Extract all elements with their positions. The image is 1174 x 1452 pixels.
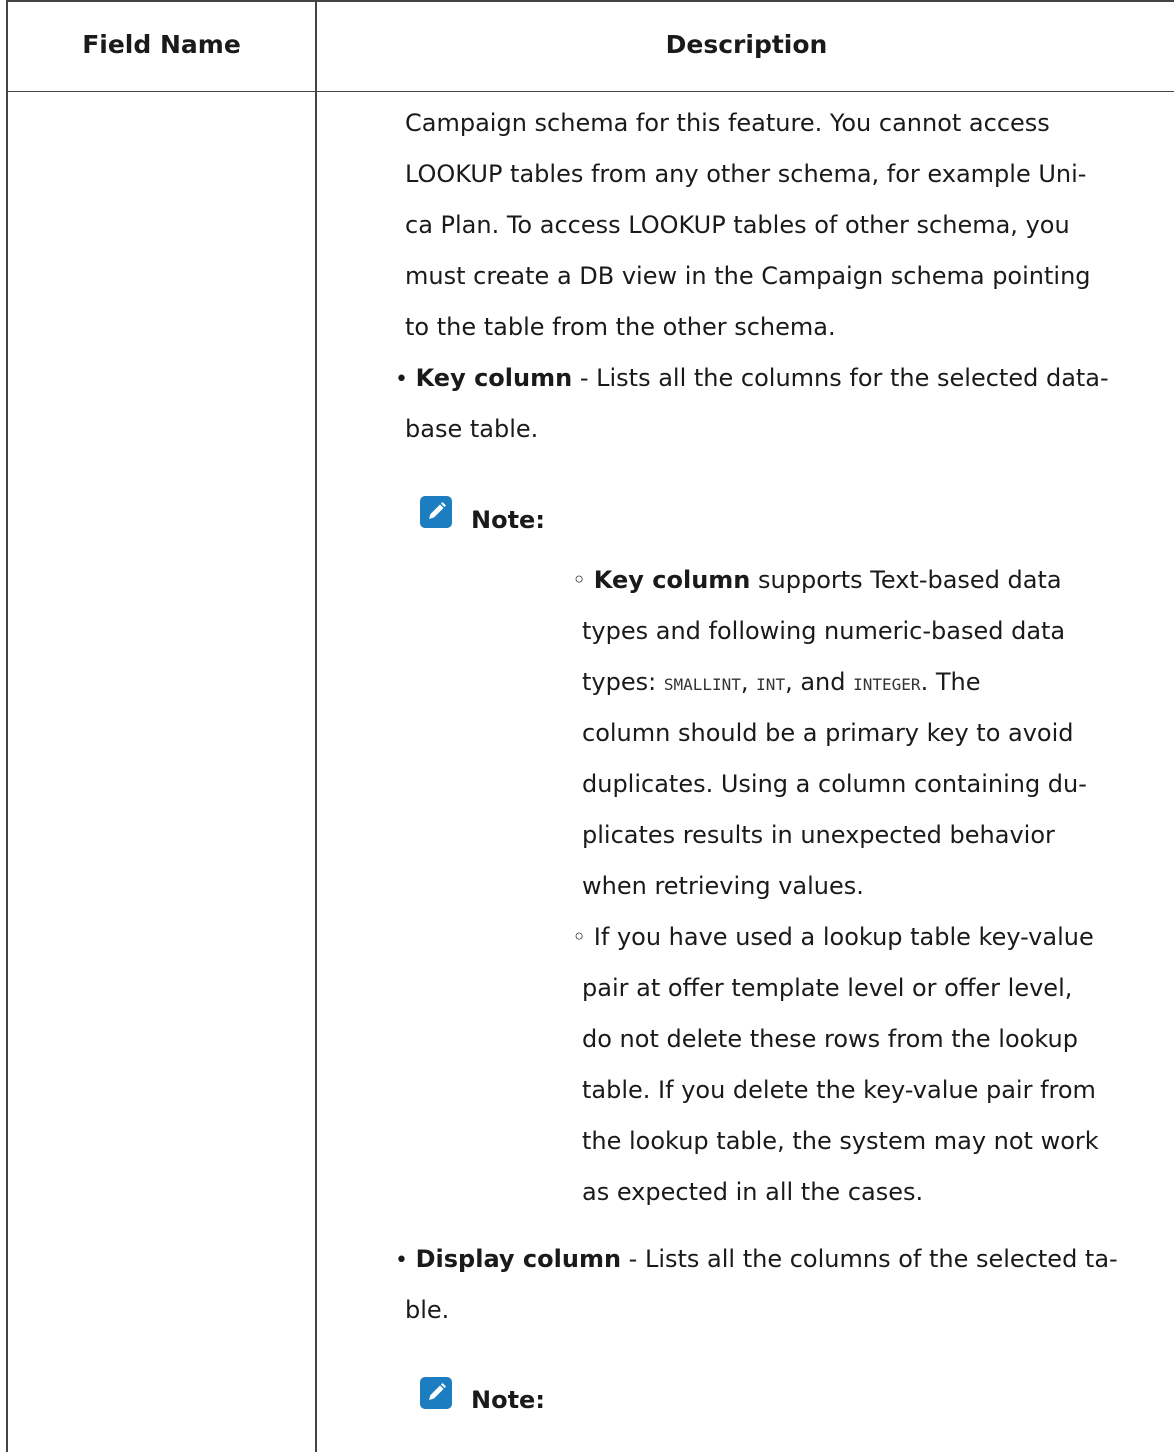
note-item-line: ◦ Key column supports Text-based data [572,559,1062,602]
note-text: . The [920,668,981,696]
note-item-line: types: SMALLINT, INT, and INTEGER. The [582,661,980,706]
note-item-line: do not delete these rows from the lookup [582,1025,1078,1053]
intro-line: to the table from the other schema. [405,313,836,341]
intro-line: must create a DB view in the Campaign sc… [405,262,1091,290]
key-column-term: Key column [593,566,751,594]
note-label: Note: [471,1386,545,1414]
code-smallint: SMALLINT [663,675,741,694]
pencil-icon [420,496,452,528]
description-cell: Campaign schema for this feature. You ca… [317,92,1174,1452]
key-column-bullet: • Key column - Lists all the columns for… [395,357,1109,401]
note-text: supports Text-based data [750,566,1062,594]
note-text: , [740,668,757,696]
note-item-line: types and following numeric-based data [582,617,1066,645]
note-item-line: plicates results in unexpected behavior [582,821,1055,849]
key-column-line2: base table. [405,415,539,443]
note-item-line: table. If you delete the key-value pair … [582,1076,1096,1104]
note-text: types: [582,668,664,696]
note-text: , and [785,668,854,696]
display-column-text: - Lists all the columns of the selected … [621,1245,1118,1273]
field-description-table: Field Name Description Campaign schema f… [6,0,1174,1452]
note-label: Note: [471,506,545,534]
note-item-line: pair at offer template level or offer le… [582,974,1073,1002]
key-column-text: - Lists all the columns for the selected… [572,364,1109,392]
note-item-line: ◦ If you have used a lookup table key-va… [572,916,1094,959]
note-text: If you have used a lookup table key-valu… [593,923,1094,951]
sub-bullet-marker: ◦ [572,566,587,594]
note-item-line: column should be a primary key to avoid [582,719,1074,747]
header-description: Description [665,30,828,59]
display-column-bullet: • Display column - Lists all the columns… [395,1238,1118,1282]
display-column-line2: ble. [405,1296,450,1324]
intro-line: LOOKUP tables from any other schema, for… [405,160,1087,188]
code-int: INT [756,675,786,694]
display-column-term: Display column [415,1245,622,1273]
code-integer: INTEGER [853,675,921,694]
pencil-icon [420,1377,452,1409]
key-column-term: Key column [415,364,573,392]
note-item-line: when retrieving values. [582,872,864,900]
note-item-line: the lookup table, the system may not wor… [582,1127,1099,1155]
sub-bullet-marker: ◦ [572,923,587,951]
bullet-marker: • [395,1248,408,1273]
intro-line: Campaign schema for this feature. You ca… [405,109,1050,137]
header-field-name: Field Name [82,30,241,59]
note-item-line: duplicates. Using a column containing du… [582,770,1087,798]
note-item-line: as expected in all the cases. [582,1178,924,1206]
bullet-marker: • [395,367,408,392]
intro-line: ca Plan. To access LOOKUP tables of othe… [405,211,1070,239]
